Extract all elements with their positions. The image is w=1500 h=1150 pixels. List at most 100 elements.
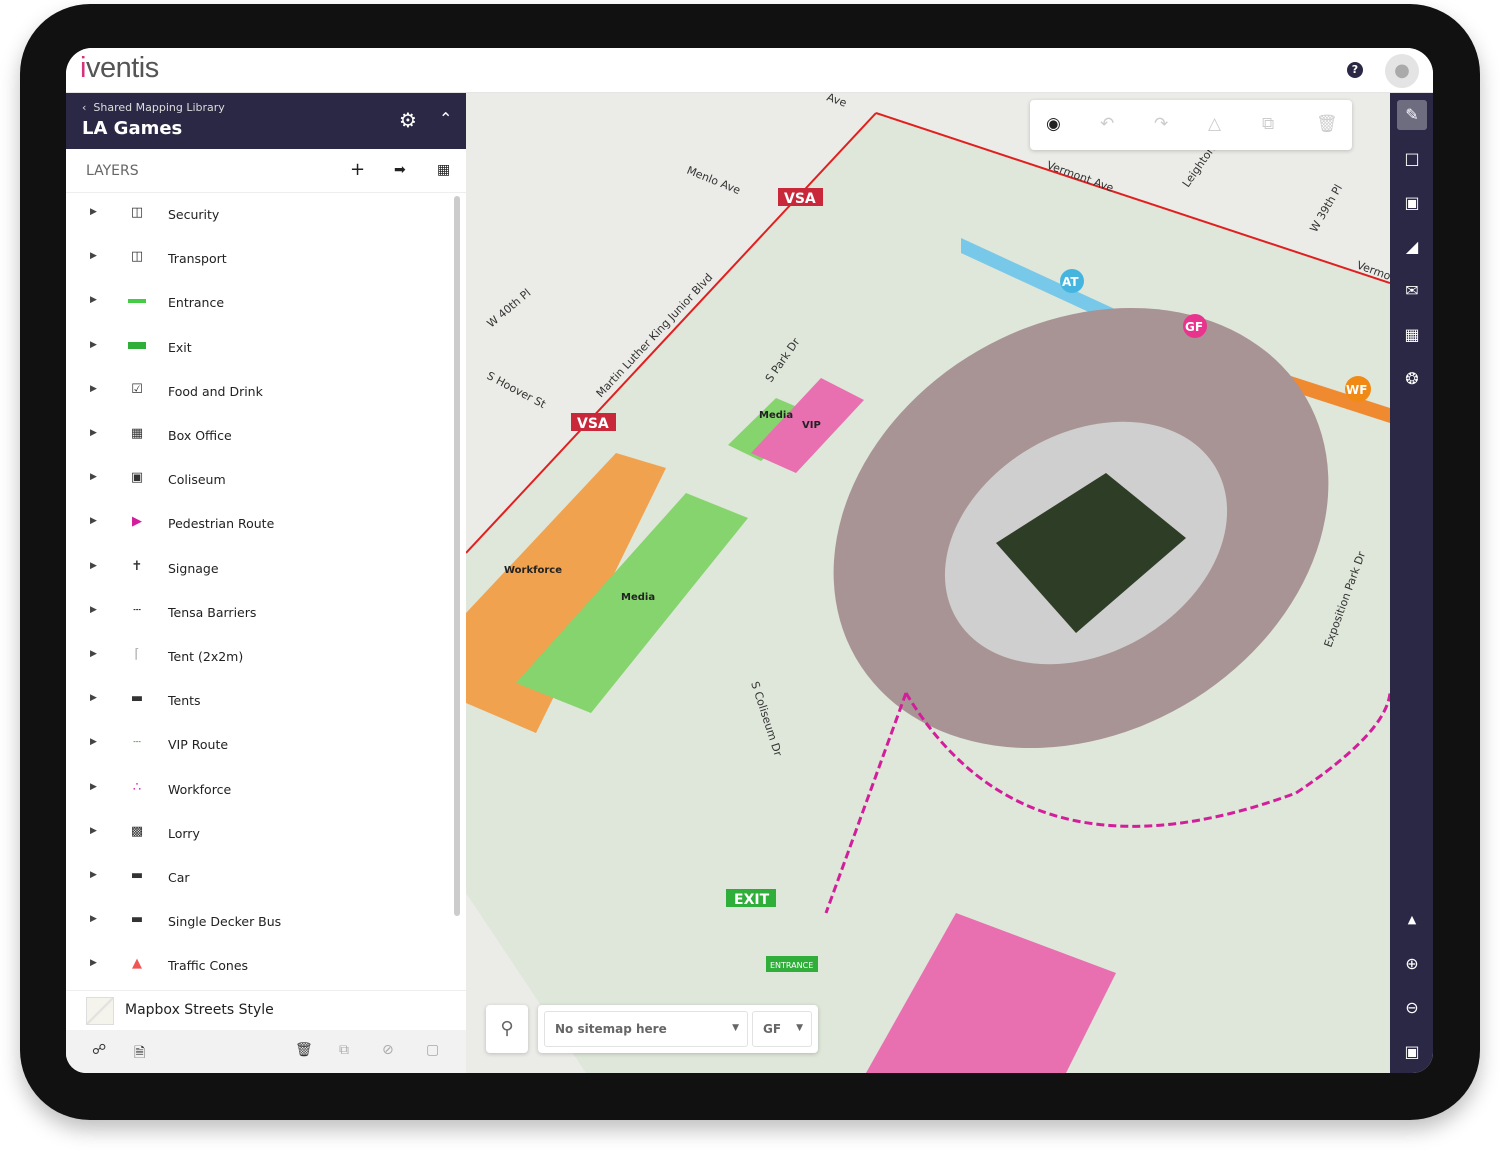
expand-caret-icon[interactable]: ▶: [90, 428, 97, 438]
expand-caret-icon[interactable]: ▶: [90, 826, 97, 836]
iventis-logo[interactable]: iventis: [80, 52, 159, 85]
layer-row[interactable]: ▶ ☑ Food and Drink: [66, 370, 451, 414]
bus-icon: ▬: [130, 912, 144, 928]
area-icon[interactable]: □: [1397, 144, 1427, 174]
zone-label-vip: VIP: [802, 420, 821, 431]
expand-caret-icon[interactable]: ▶: [90, 605, 97, 615]
compass-icon[interactable]: ▲: [1397, 905, 1427, 935]
expand-caret-icon[interactable]: ▶: [90, 472, 97, 482]
copy-icon[interactable]: ⧉: [339, 1042, 349, 1058]
layer-row[interactable]: ▶ ▶ Pedestrian Route: [66, 502, 451, 546]
layer-name: Signage: [168, 560, 219, 576]
search-icon: ⚲: [500, 1018, 514, 1039]
layer-row[interactable]: ▶ Exit: [66, 326, 451, 370]
expand-caret-icon[interactable]: ▶: [90, 958, 97, 968]
level-select[interactable]: GF ▼: [752, 1011, 812, 1047]
layer-row[interactable]: ▶ ▬ Car: [66, 856, 451, 900]
basemap-label: Mapbox Streets Style: [125, 1002, 274, 1018]
expand-caret-icon[interactable]: ▶: [90, 870, 97, 880]
share-icon[interactable]: ☍: [92, 1042, 106, 1058]
expand-caret-icon[interactable]: ▶: [90, 516, 97, 526]
expand-caret-icon[interactable]: ▶: [90, 251, 97, 261]
expand-caret-icon[interactable]: ▶: [90, 207, 97, 217]
map-svg[interactable]: Menlo Ave Vermont Ave Vermont Ave Leight…: [466, 93, 1390, 1073]
sitemap-select[interactable]: No sitemap here ▼: [544, 1011, 748, 1047]
layer-row[interactable]: ▶ ⌈ Tent (2x2m): [66, 635, 451, 679]
layer-row[interactable]: ▶ ▬ Single Decker Bus: [66, 900, 451, 944]
pencil-icon[interactable]: ✎: [1397, 100, 1427, 130]
area-layers-icon[interactable]: ▣: [1397, 188, 1427, 218]
at-badge: AT: [1062, 275, 1079, 289]
undo-icon[interactable]: ↶: [1100, 114, 1114, 134]
layer-row[interactable]: ▶ ▦ Box Office: [66, 414, 451, 458]
copy-icon[interactable]: ⧉: [1262, 114, 1274, 134]
layer-name: Transport: [168, 251, 227, 267]
map-canvas[interactable]: Menlo Ave Vermont Ave Vermont Ave Leight…: [466, 93, 1390, 1073]
basemap-selector[interactable]: Mapbox Streets Style: [66, 990, 466, 1030]
add-layer-icon[interactable]: +: [350, 159, 365, 180]
layer-row[interactable]: ▶ ┄ VIP Route: [66, 723, 451, 767]
select-point-icon[interactable]: ◉: [1046, 114, 1061, 134]
collapse-icon[interactable]: ⌃: [439, 109, 452, 128]
layer-row[interactable]: ▶ ▲ Traffic Cones: [66, 944, 451, 988]
car-icon: ▬: [130, 868, 144, 883]
layer-row[interactable]: ▶ ◫ Security: [66, 193, 451, 237]
help-icon[interactable]: ?: [1347, 62, 1363, 78]
unlink-icon[interactable]: ⊘: [382, 1042, 394, 1058]
project-header: ‹ Shared Mapping Library LA Games ⚙ ⌃: [66, 93, 466, 149]
expand-caret-icon[interactable]: ▶: [90, 693, 97, 703]
expand-caret-icon[interactable]: ▶: [90, 340, 97, 350]
layer-row[interactable]: ▶ ▣ Coliseum: [66, 458, 451, 502]
layer-row[interactable]: ▶ Entrance: [66, 281, 451, 325]
lorry-icon: ▩: [130, 823, 144, 839]
delete-icon[interactable]: 🗑: [295, 1042, 313, 1058]
layer-row[interactable]: ▶ ▩ Lorry: [66, 812, 451, 856]
zoom-in-icon[interactable]: ⊕: [1397, 949, 1427, 979]
layer-row[interactable]: ▶ ∴ Workforce: [66, 768, 451, 812]
level-value: GF: [763, 1022, 782, 1036]
layer-row[interactable]: ▶ ▬ Tents: [66, 679, 451, 723]
expand-caret-icon[interactable]: ▶: [90, 737, 97, 747]
triangle-icon[interactable]: △: [1208, 114, 1221, 134]
expand-caret-icon[interactable]: ▶: [90, 649, 97, 659]
measure-icon[interactable]: ◢: [1397, 232, 1427, 262]
expand-caret-icon[interactable]: ▶: [90, 914, 97, 924]
expand-caret-icon[interactable]: ▶: [90, 295, 97, 305]
box-office-icon: ▦: [130, 426, 144, 441]
group-icon[interactable]: ▢: [426, 1042, 439, 1058]
breadcrumb[interactable]: ‹ Shared Mapping Library: [82, 101, 225, 114]
import-icon[interactable]: ➡: [394, 162, 406, 178]
layer-name: Workforce: [168, 781, 232, 797]
app-screen: iventis ? ● ‹ Shared Mapping Library LA …: [66, 48, 1433, 1073]
layer-row[interactable]: ▶ ✝ Signage: [66, 547, 451, 591]
comment-icon[interactable]: ✉: [1397, 276, 1427, 306]
table-icon[interactable]: ▦: [437, 162, 450, 178]
project-title: LA Games: [82, 118, 183, 139]
zoom-out-icon[interactable]: ⊖: [1397, 993, 1427, 1023]
chevron-down-icon: ▼: [796, 1023, 803, 1033]
wf-badge: WF: [1346, 383, 1367, 397]
calendar-icon[interactable]: ▦: [1397, 320, 1427, 350]
search-button[interactable]: ⚲: [486, 1005, 528, 1053]
expand-caret-icon[interactable]: ▶: [90, 561, 97, 571]
scrollbar[interactable]: [454, 196, 460, 916]
expand-caret-icon[interactable]: ▶: [90, 782, 97, 792]
layer-row[interactable]: ▶ ◫ Transport: [66, 237, 451, 281]
arrow-icon: ▶: [132, 514, 142, 530]
dots-icon: ∴: [132, 779, 142, 795]
sitemap-value: No sitemap here: [555, 1022, 667, 1036]
avatar[interactable]: ●: [1385, 54, 1419, 88]
redo-icon[interactable]: ↷: [1154, 114, 1168, 134]
delete-icon[interactable]: 🗑: [1316, 114, 1338, 134]
expand-caret-icon[interactable]: ▶: [90, 384, 97, 394]
camera-aperture-icon[interactable]: ❂: [1397, 364, 1427, 394]
gear-icon[interactable]: ⚙: [399, 108, 417, 132]
layer-row[interactable]: ▶ ┄ Tensa Barriers: [66, 591, 451, 635]
layer-name: Car: [168, 870, 190, 885]
layer-group-icon: ◫: [130, 249, 144, 265]
right-toolbar: ✎ □ ▣ ◢ ✉ ▦ ❂ ▲ ⊕ ⊖ ▣: [1390, 93, 1433, 1073]
3d-view-icon[interactable]: ▣: [1397, 1037, 1427, 1067]
exit-badge: EXIT: [734, 892, 770, 908]
pdf-icon[interactable]: 🗎: [134, 1042, 145, 1066]
layers-heading: LAYERS: [86, 163, 139, 179]
